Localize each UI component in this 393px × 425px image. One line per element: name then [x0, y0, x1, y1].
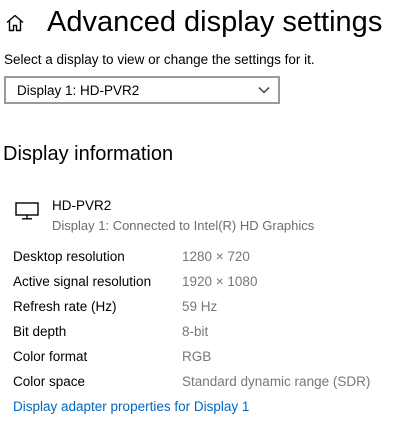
- page-title: Advanced display settings: [47, 6, 383, 38]
- display-adapter-properties-link[interactable]: Display adapter properties for Display 1: [13, 398, 249, 416]
- display-select[interactable]: Display 1: HD-PVR2: [4, 76, 280, 104]
- info-value: Standard dynamic range (SDR): [182, 374, 371, 389]
- info-row-color-space: Color space Standard dynamic range (SDR): [0, 373, 393, 393]
- home-button[interactable]: [4, 12, 26, 34]
- info-label: Active signal resolution: [13, 274, 152, 289]
- info-value: 8-bit: [182, 324, 209, 339]
- info-row-active-signal-resolution: Active signal resolution 1920 × 1080: [0, 273, 393, 293]
- info-value: 59 Hz: [182, 299, 218, 314]
- info-label: Bit depth: [13, 324, 67, 339]
- info-row-color-format: Color format RGB: [0, 348, 393, 368]
- info-value: 1920 × 1080: [182, 274, 258, 289]
- monitor-connection: Display 1: Connected to Intel(R) HD Grap…: [52, 218, 315, 233]
- info-row-refresh-rate: Refresh rate (Hz) 59 Hz: [0, 298, 393, 318]
- info-label: Color space: [13, 374, 86, 389]
- info-label: Refresh rate (Hz): [13, 299, 117, 314]
- monitor-icon: [15, 202, 39, 220]
- display-select-value: Display 1: HD-PVR2: [17, 83, 140, 98]
- info-value: RGB: [182, 349, 212, 364]
- display-information-heading: Display information: [3, 143, 174, 165]
- instruction-text: Select a display to view or change the s…: [4, 52, 315, 67]
- home-icon: [6, 14, 24, 32]
- info-label: Desktop resolution: [13, 249, 125, 264]
- info-label: Color format: [13, 349, 88, 364]
- page-header: Advanced display settings: [0, 0, 393, 46]
- monitor-name: HD-PVR2: [52, 198, 112, 213]
- info-row-desktop-resolution: Desktop resolution 1280 × 720: [0, 248, 393, 268]
- chevron-down-icon: [258, 87, 270, 94]
- info-row-bit-depth: Bit depth 8-bit: [0, 323, 393, 343]
- info-value: 1280 × 720: [182, 249, 250, 264]
